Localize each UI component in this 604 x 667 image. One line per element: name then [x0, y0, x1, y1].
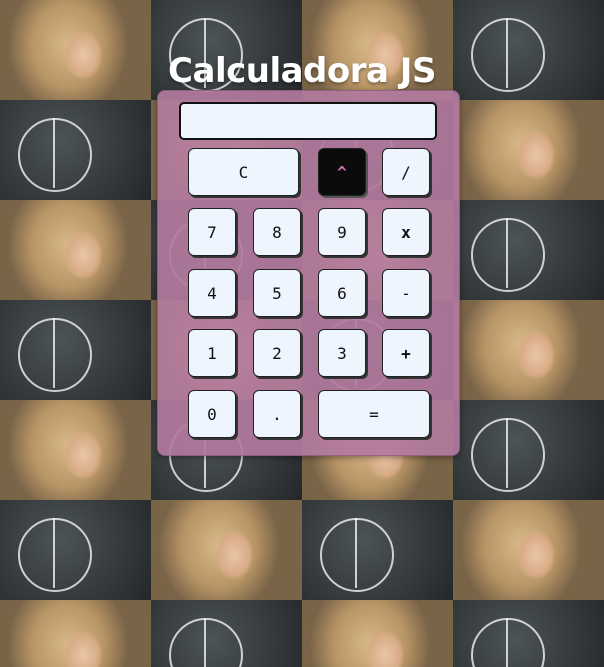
digit-2-button[interactable]: 2	[253, 329, 301, 377]
calculator-display[interactable]	[179, 102, 437, 140]
background-tile	[0, 400, 151, 500]
digit-8-button[interactable]: 8	[253, 208, 301, 256]
background-tile	[0, 600, 151, 667]
calculator-panel: C ^ / 7 8 9 x 4 5 6 - 1 2 3 + 0 . =	[157, 90, 460, 456]
background-tile	[453, 600, 604, 667]
background-tile	[453, 500, 604, 600]
decimal-button[interactable]: .	[253, 390, 301, 438]
digit-7-button[interactable]: 7	[188, 208, 236, 256]
background-tile	[0, 300, 151, 400]
digit-4-button[interactable]: 4	[188, 269, 236, 317]
add-button[interactable]: +	[382, 329, 430, 377]
subtract-button[interactable]: -	[382, 269, 430, 317]
clear-button[interactable]: C	[188, 148, 299, 196]
multiply-button[interactable]: x	[382, 208, 430, 256]
digit-6-button[interactable]: 6	[318, 269, 366, 317]
background-tile	[151, 600, 302, 667]
background-tile	[151, 500, 302, 600]
page-title: Calculadora JS	[168, 50, 436, 91]
background-tile	[453, 200, 604, 300]
digit-9-button[interactable]: 9	[318, 208, 366, 256]
background-tile	[0, 500, 151, 600]
background-tile	[0, 100, 151, 200]
digit-1-button[interactable]: 1	[188, 329, 236, 377]
digit-3-button[interactable]: 3	[318, 329, 366, 377]
background-tile	[453, 100, 604, 200]
digit-0-button[interactable]: 0	[188, 390, 236, 438]
divide-button[interactable]: /	[382, 148, 430, 196]
power-button[interactable]: ^	[318, 148, 366, 196]
digit-5-button[interactable]: 5	[253, 269, 301, 317]
background-tile	[453, 300, 604, 400]
background-tile	[453, 400, 604, 500]
equals-button[interactable]: =	[318, 390, 430, 438]
background-tile	[302, 600, 453, 667]
background-tile	[0, 200, 151, 300]
background-tile	[302, 500, 453, 600]
